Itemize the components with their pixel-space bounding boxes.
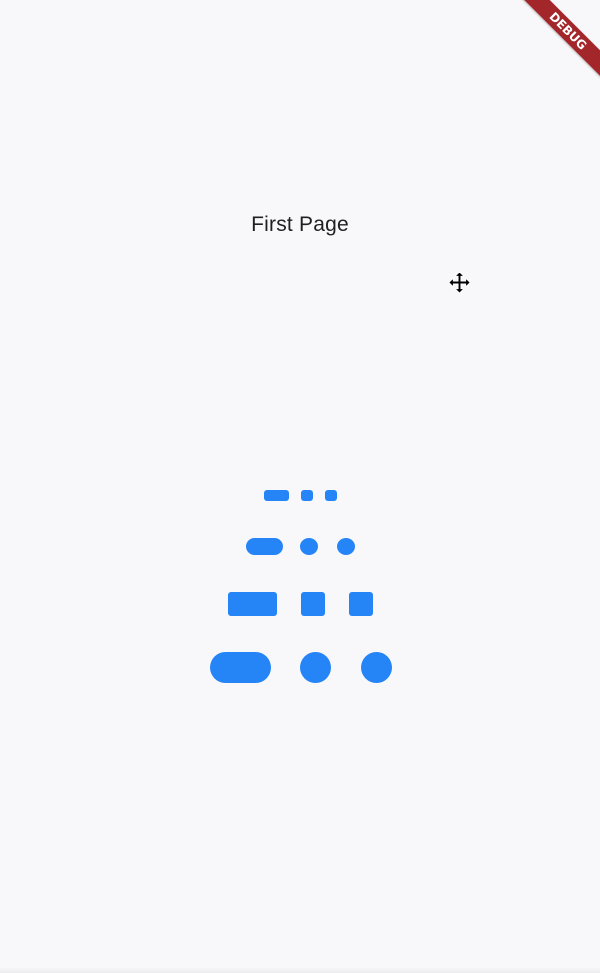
indicator-row-2-dot — [337, 538, 355, 555]
bottom-shadow — [0, 967, 600, 973]
indicator-row-1-dot — [325, 490, 337, 501]
page-indicator-dots — [0, 0, 600, 973]
indicator-row-4-dot — [361, 652, 392, 683]
indicator-row-1-active-dot — [264, 490, 289, 501]
indicator-row-3-dot — [301, 592, 325, 616]
indicator-row-4-active-dot — [210, 652, 271, 683]
indicator-row-1-dot — [301, 490, 313, 501]
debug-banner-label: DEBUG — [519, 0, 600, 80]
indicator-row-2-dot — [300, 538, 318, 555]
indicator-row-3-active-dot — [228, 592, 277, 616]
indicator-row-3-dot — [349, 592, 373, 616]
debug-banner: DEBUG — [510, 0, 600, 90]
indicator-row-2-active-dot — [246, 538, 283, 555]
indicator-row-4-dot — [300, 652, 331, 683]
